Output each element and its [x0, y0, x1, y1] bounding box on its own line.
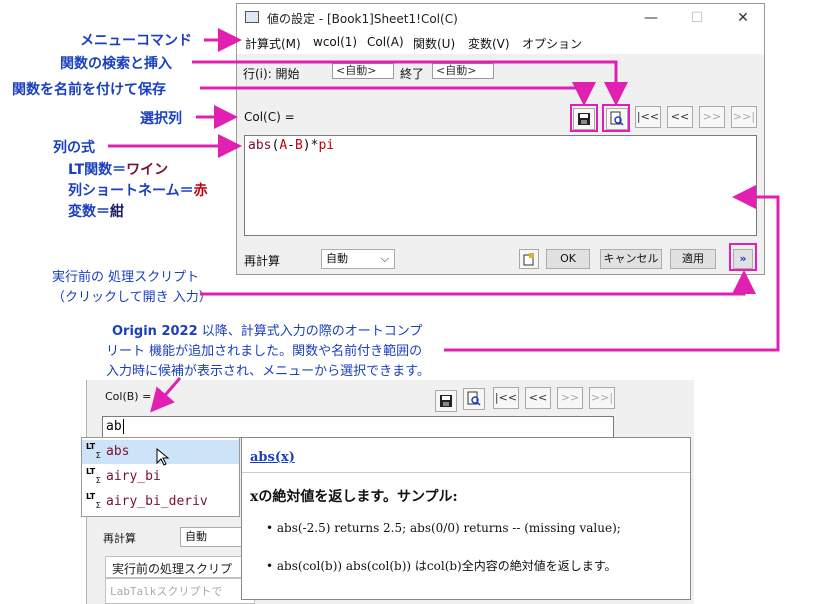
- arrow-save: [200, 82, 596, 106]
- arrow-input: [150, 377, 182, 413]
- arrow-script: [200, 270, 756, 296]
- arrow-search: [192, 60, 628, 106]
- annotation-arrows: [108, 28, 780, 413]
- arrow-autocomplete: [444, 185, 780, 352]
